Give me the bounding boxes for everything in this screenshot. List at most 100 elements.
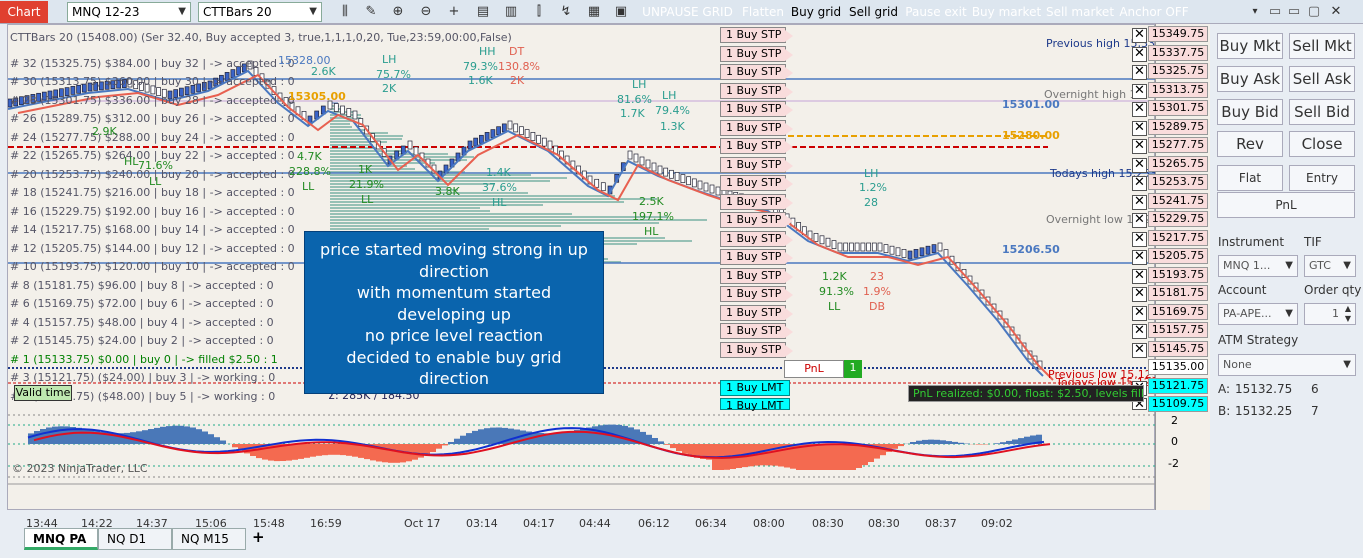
time-tick: 04:44 [579, 517, 611, 530]
buy-stop-order[interactable]: 1 Buy STP [720, 304, 793, 321]
pnl-box[interactable]: PnL [784, 360, 844, 378]
chart-trader-icon[interactable]: ▣ [612, 3, 630, 21]
buy-stop-order[interactable]: 1 Buy STP [720, 341, 793, 358]
buy-stop-order[interactable]: 1 Buy STP [720, 138, 793, 154]
callout-line: with momentum started [356, 283, 552, 302]
buy-stop-order[interactable]: 1 Buy STP [720, 119, 793, 136]
draw-pencil-icon[interactable]: ✎ [362, 3, 380, 21]
bartype-value: CTTBars 20 [203, 5, 272, 19]
sell-market-button[interactable]: Sell market [1044, 1, 1116, 23]
cancel-order-icon[interactable]: ✕ [1132, 287, 1147, 302]
order-qty-stepper[interactable]: 1 ▲ ▼ [1304, 303, 1356, 325]
buy-stop-order[interactable]: 1 Buy STP [720, 175, 793, 191]
indicators-icon[interactable]: ⫿ [530, 3, 548, 21]
tab-mnq-pa[interactable]: MNQ PA [24, 528, 98, 550]
oscillator-bar [328, 444, 334, 455]
anchor-off-button[interactable]: Anchor OFF [1118, 1, 1190, 23]
flat-button[interactable]: Flat [1217, 165, 1283, 191]
cancel-order-icon[interactable]: ✕ [1132, 65, 1147, 80]
valid-time-button[interactable]: Valid time [14, 385, 72, 401]
swing-annotation: 1.7K [620, 107, 645, 120]
templates-icon[interactable]: ▥ [502, 3, 520, 21]
sell-market-button[interactable]: Sell Mkt [1289, 33, 1355, 59]
buy-limit-order-2[interactable]: 1 Buy LMT [720, 398, 790, 412]
swing-annotation: 2.6K [311, 65, 336, 78]
buy-stop-order[interactable]: 1 Buy STP [720, 82, 793, 99]
cancel-order-icon[interactable]: ✕ [1132, 139, 1147, 154]
swing-annotation: 23 [870, 270, 884, 283]
sell-grid-button[interactable]: Sell grid [846, 1, 901, 23]
buy-stop-order[interactable]: 1 Buy STP [720, 64, 793, 80]
price-bar [883, 244, 889, 253]
cancel-order-icon[interactable]: ✕ [1132, 250, 1147, 265]
buy-bid-button[interactable]: Buy Bid [1217, 99, 1283, 125]
account-select[interactable]: PA-APE... ▼ [1218, 303, 1298, 325]
close-icon[interactable]: ✕ [1327, 3, 1345, 21]
bartype-selector[interactable]: CTTBars 20 ▼ [198, 2, 322, 22]
swing-annotation: DB [869, 300, 886, 313]
add-tab-icon[interactable]: + [252, 528, 265, 546]
cancel-order-icon[interactable]: ✕ [1132, 102, 1147, 117]
cancel-order-icon[interactable]: ✕ [1132, 176, 1147, 191]
cancel-order-icon[interactable]: ✕ [1132, 28, 1147, 43]
unpause-grid-button[interactable]: UNPAUSE GRID [637, 1, 738, 23]
restore-icon[interactable]: ▭ [1285, 3, 1303, 21]
buy-stop-order[interactable]: 1 Buy STP [720, 267, 793, 284]
flatten-button[interactable]: Flatten [740, 1, 786, 23]
buy-grid-button[interactable]: Buy grid [788, 1, 844, 23]
cancel-order-icon[interactable]: ✕ [1132, 157, 1147, 173]
zoom-out-icon[interactable]: ⊖ [417, 3, 435, 21]
minimize-icon[interactable]: ▭ [1266, 3, 1284, 21]
pause-exit-button[interactable]: Pause exit [903, 1, 969, 23]
buy-stop-order[interactable]: 1 Buy STP [720, 230, 793, 247]
cancel-order-icon[interactable]: ✕ [1132, 305, 1147, 321]
buy-stop-order[interactable]: 1 Buy STP [720, 193, 793, 210]
cancel-order-icon[interactable]: ✕ [1132, 231, 1147, 247]
swing-annotation: 1.9% [863, 285, 891, 298]
close-button[interactable]: Close [1289, 131, 1355, 157]
tif-select[interactable]: GTC ▼ [1304, 255, 1356, 277]
sell-bid-button[interactable]: Sell Bid [1289, 99, 1355, 125]
buy-stop-order[interactable]: 1 Buy STP [720, 286, 793, 302]
buy-stop-order[interactable]: 1 Buy STP [720, 323, 793, 339]
cancel-order-icon[interactable]: ✕ [1132, 194, 1147, 210]
cancel-order-icon[interactable]: ✕ [1132, 120, 1147, 136]
buy-limit-order-1[interactable]: 1 Buy LMT [720, 380, 790, 396]
maximize-icon[interactable]: ▢ [1305, 3, 1323, 21]
tab-nq-m15[interactable]: NQ M15 [172, 528, 246, 550]
buy-ask-button[interactable]: Buy Ask [1217, 66, 1283, 92]
pnl-button[interactable]: PnL [1217, 192, 1355, 218]
crosshair-icon[interactable]: + [445, 3, 463, 21]
cancel-order-icon[interactable]: ✕ [1132, 213, 1147, 228]
entry-button[interactable]: Entry [1289, 165, 1355, 191]
reverse-button[interactable]: Rev [1217, 131, 1283, 157]
data-box-icon[interactable]: ▦ [585, 3, 603, 21]
properties-icon[interactable]: ▤ [474, 3, 492, 21]
bar-style-icon[interactable]: ⫼ [336, 3, 354, 21]
cancel-order-icon[interactable]: ✕ [1132, 83, 1147, 99]
buy-stop-order[interactable]: 1 Buy STP [720, 101, 793, 117]
buy-stop-order[interactable]: 1 Buy STP [720, 27, 793, 43]
strategies-icon[interactable]: ↯ [557, 3, 575, 21]
buy-market-button[interactable]: Buy market [971, 1, 1042, 23]
tab-nq-d1[interactable]: NQ D1 [98, 528, 172, 550]
buy-stop-order[interactable]: 1 Buy STP [720, 249, 793, 265]
cancel-order-icon[interactable]: ✕ [1132, 46, 1147, 62]
buy-stop-order[interactable]: 1 Buy STP [720, 212, 793, 228]
buy-market-button[interactable]: Buy Mkt [1217, 33, 1283, 59]
instrument-selector[interactable]: MNQ 12-23 ▼ [67, 2, 191, 22]
chart-panel[interactable]: CTTBars 20 (15408.00) (Ser 32.40, Buy ac… [7, 24, 1186, 530]
stepper-icon[interactable]: ▲ ▼ [1345, 304, 1351, 324]
cancel-order-icon[interactable]: ✕ [1132, 342, 1147, 358]
swing-annotation: HL [492, 196, 507, 209]
dropdown-icon[interactable]: ▾ [1246, 3, 1264, 21]
buy-stop-order[interactable]: 1 Buy STP [720, 156, 793, 173]
atm-strategy-select[interactable]: None ▼ [1218, 354, 1356, 376]
zoom-in-icon[interactable]: ⊕ [389, 3, 407, 21]
cancel-order-icon[interactable]: ✕ [1132, 268, 1147, 284]
chart-label[interactable]: Chart [0, 1, 48, 23]
buy-stop-order[interactable]: 1 Buy STP [720, 45, 793, 62]
cancel-order-icon[interactable]: ✕ [1132, 324, 1147, 339]
sell-ask-button[interactable]: Sell Ask [1289, 66, 1355, 92]
instrument-select[interactable]: MNQ 1... ▼ [1218, 255, 1298, 277]
